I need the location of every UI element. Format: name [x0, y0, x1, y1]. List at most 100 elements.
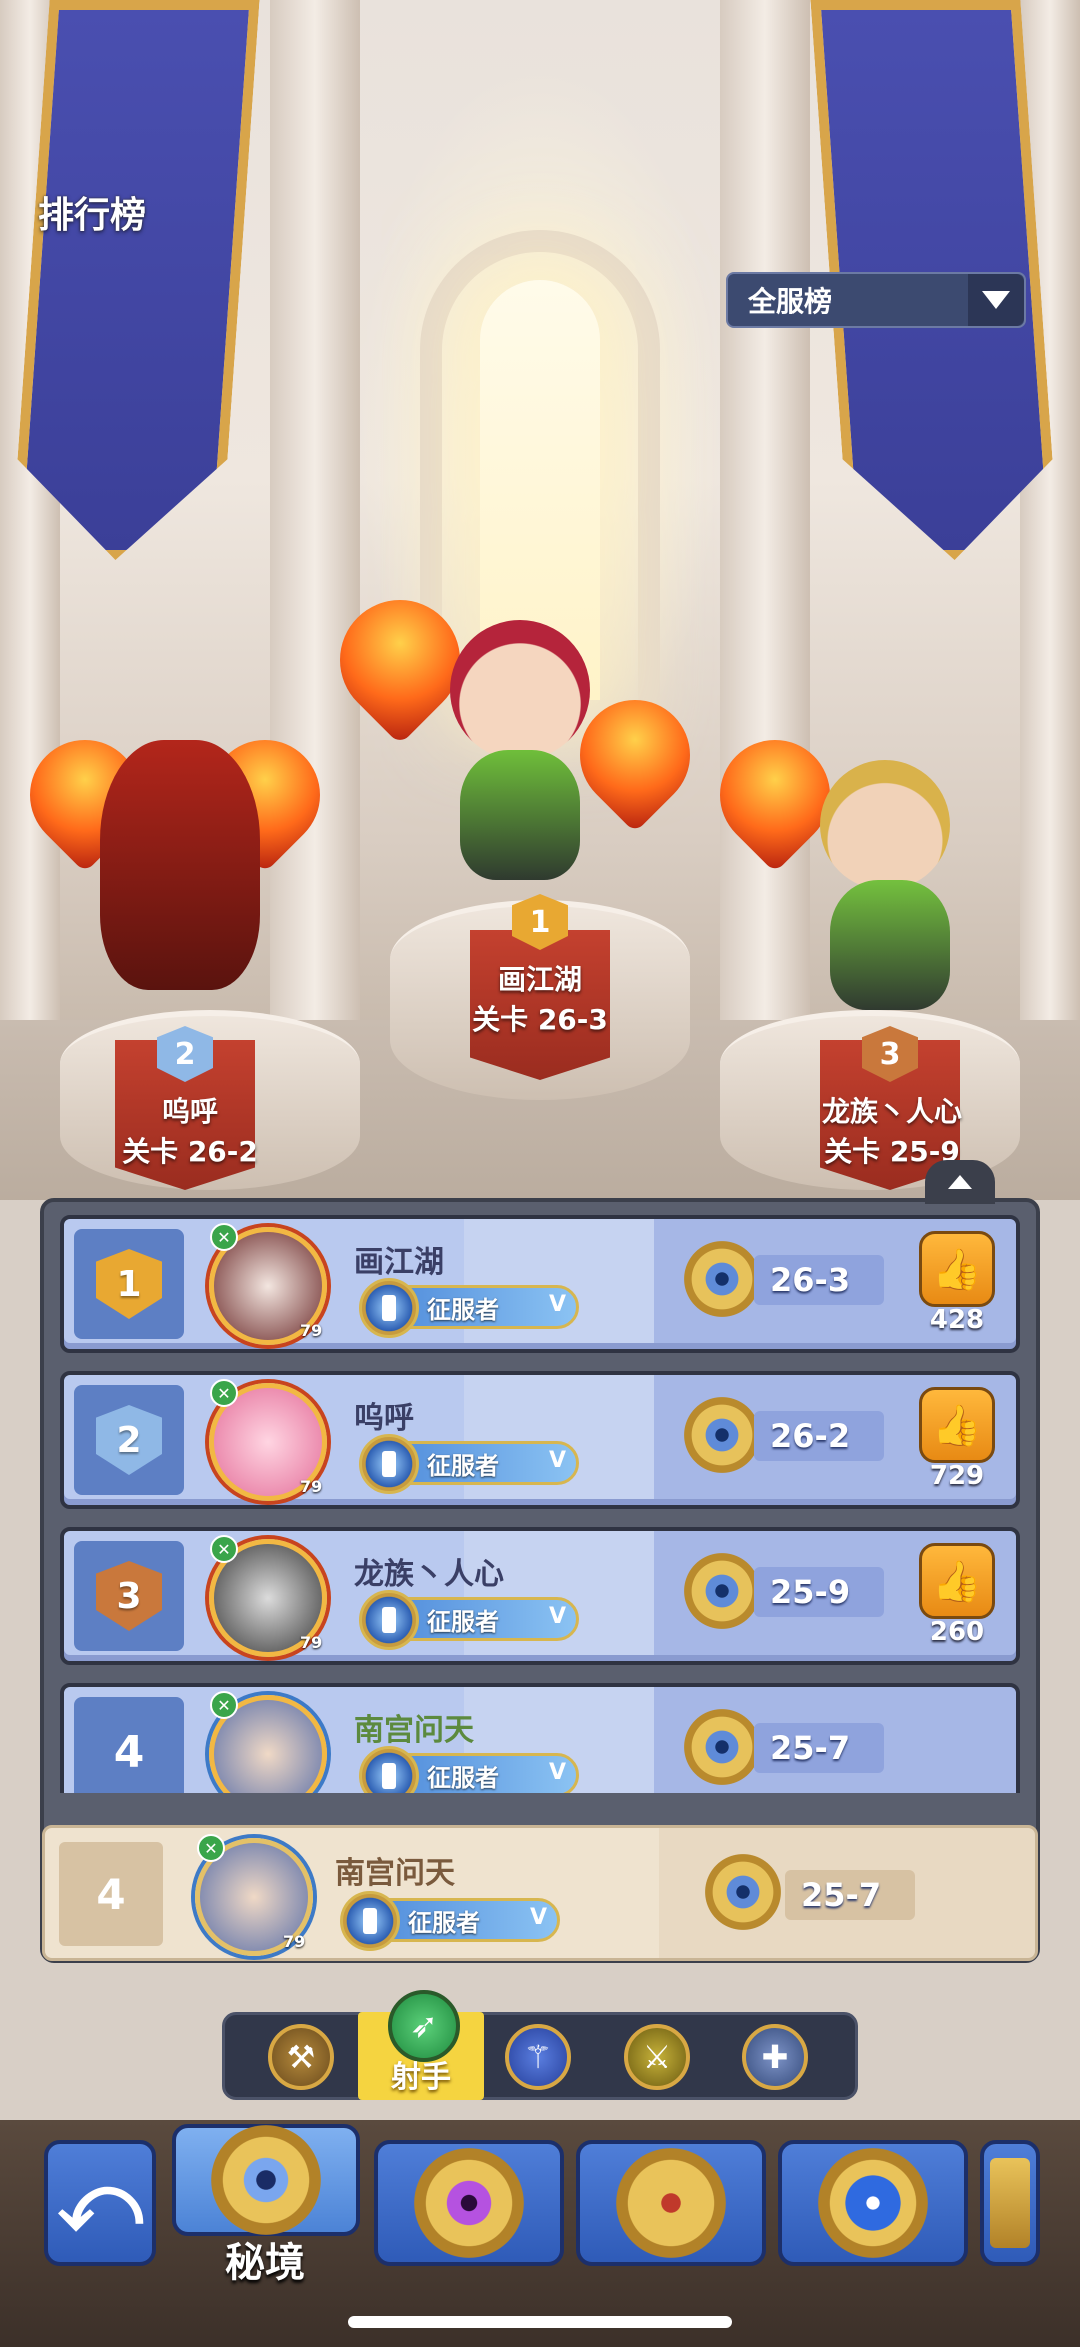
- title-label: 征服者: [427, 1607, 499, 1636]
- scope-selected-label: 全服榜: [748, 285, 833, 318]
- chevron-down-icon[interactable]: [968, 274, 1024, 326]
- nav-item-4[interactable]: [778, 2140, 968, 2266]
- page-title: 排行榜: [38, 195, 147, 236]
- stage-progress: 25-7: [754, 1723, 884, 1773]
- nav-item-2[interactable]: [374, 2140, 564, 2266]
- stage-progress: 26-2: [754, 1411, 884, 1461]
- title-badge[interactable]: 征服者 V: [359, 1434, 579, 1494]
- avatar-level: 79: [300, 1477, 323, 1496]
- staff-icon[interactable]: ⚚: [505, 2024, 571, 2090]
- rank-shield-gold: 1: [96, 1249, 162, 1319]
- class-archer-icon: ✕: [210, 1379, 238, 1407]
- character-body: [830, 880, 950, 1010]
- avatar-level: 79: [300, 1633, 323, 1652]
- title-label: 征服者: [408, 1908, 480, 1937]
- thumbs-up-icon[interactable]: 👍: [919, 1231, 995, 1307]
- collapse-panel-button[interactable]: [925, 1160, 995, 1204]
- class-archer-icon: ✕: [197, 1834, 225, 1862]
- title-badge[interactable]: 征服者 V: [359, 1746, 579, 1793]
- leaderboard-scope-dropdown[interactable]: 全服榜: [726, 272, 1026, 328]
- player-name: 南宫问天: [354, 1713, 474, 1748]
- avatar-level: 79: [283, 1932, 306, 1951]
- stage-value: 25-7: [801, 1876, 882, 1914]
- player-name: 画江湖: [354, 1245, 444, 1280]
- podium-name-2: 呜呼: [161, 1095, 218, 1128]
- ranking-row-2[interactable]: 2 ✕ 79 呜呼 征服者 V 26-2 👍 729: [60, 1371, 1020, 1509]
- stage-emblem-icon: [684, 1709, 760, 1785]
- class-archer-icon: ✕: [210, 1691, 238, 1719]
- title-tier: V: [548, 1604, 566, 1629]
- title-label: 征服者: [427, 1295, 499, 1324]
- nav-secret-realm-label: 秘境: [225, 2240, 305, 2286]
- stage-progress: 25-9: [754, 1567, 884, 1617]
- stage-value: 26-3: [770, 1261, 851, 1299]
- avatar-level: 79: [300, 1321, 323, 1340]
- title-badge[interactable]: 征服者 V: [359, 1278, 579, 1338]
- title-emblem-icon: [359, 1746, 419, 1793]
- axe-icon[interactable]: ⚒: [268, 2024, 334, 2090]
- stage-emblem-icon: [684, 1241, 760, 1317]
- ranking-row-1[interactable]: 1 ✕ 79 画江湖 征服者 V 26-3 👍 428: [60, 1215, 1020, 1353]
- class-archer-icon: ✕: [210, 1223, 238, 1251]
- nav-item-5[interactable]: [980, 2140, 1040, 2266]
- rank-shield-silver: 2: [96, 1405, 162, 1475]
- stage-progress: 26-3: [754, 1255, 884, 1305]
- rank-number: 4: [113, 1726, 145, 1778]
- nav-secret-realm[interactable]: [172, 2124, 360, 2236]
- title-emblem-icon: [359, 1434, 419, 1494]
- back-arrow-icon: ⤺: [57, 2156, 143, 2249]
- ranking-row-4[interactable]: 4 ✕ 南宫问天 征服者 V 25-7: [60, 1683, 1020, 1793]
- stage-progress: 25-7: [785, 1870, 915, 1920]
- podium-stage-1: 关卡 26-3: [472, 1003, 608, 1036]
- rank-cell: 1: [74, 1229, 184, 1339]
- tab-archer-label[interactable]: 射手: [358, 2052, 484, 2096]
- title-label: 征服者: [427, 1451, 499, 1480]
- crown-emblem-icon: [616, 2148, 726, 2258]
- partial-emblem-icon: [990, 2158, 1030, 2248]
- cross-icon[interactable]: ✚: [742, 2024, 808, 2090]
- rank-shield-bronze: 3: [96, 1561, 162, 1631]
- stage-value: 25-9: [770, 1573, 851, 1611]
- my-player-name: 南宫问天: [335, 1856, 455, 1891]
- star-emblem-icon: [818, 2148, 928, 2258]
- podium-name-3: 龙族丶人心: [821, 1095, 962, 1128]
- podium-stage-2: 关卡 26-2: [122, 1135, 258, 1168]
- secret-realm-emblem-icon: [211, 2125, 321, 2235]
- thumbs-up-icon[interactable]: 👍: [919, 1543, 995, 1619]
- my-ranking-row[interactable]: 4 ✕ 79 南宫问天 征服者 V 25-7: [42, 1825, 1038, 1961]
- nav-item-3[interactable]: [576, 2140, 766, 2266]
- demon-armor: [100, 740, 260, 990]
- thumbs-up-icon[interactable]: 👍: [919, 1387, 995, 1463]
- stage-emblem-icon: [684, 1397, 760, 1473]
- title-badge[interactable]: 征服者 V: [340, 1891, 560, 1951]
- character-body: [460, 750, 580, 880]
- title-label: 征服者: [427, 1763, 499, 1792]
- like-count: 428: [929, 1305, 985, 1335]
- home-indicator[interactable]: [348, 2316, 732, 2328]
- like-count: 260: [929, 1617, 985, 1647]
- title-tier: V: [548, 1292, 566, 1317]
- podium-character-2[interactable]: [7, 700, 343, 1030]
- title-emblem-icon: [359, 1590, 419, 1650]
- character-head: [450, 620, 590, 760]
- ranking-row-3[interactable]: 3 ✕ 79 龙族丶人心 征服者 V 25-9 👍 260: [60, 1527, 1020, 1665]
- class-archer-icon: ✕: [210, 1535, 238, 1563]
- stage-value: 26-2: [770, 1417, 851, 1455]
- rank-cell: 2: [74, 1385, 184, 1495]
- podium-name-1: 画江湖: [497, 963, 582, 996]
- purple-gem-emblem-icon: [414, 2148, 524, 2258]
- stage-value: 25-7: [770, 1729, 851, 1767]
- title-badge[interactable]: 征服者 V: [359, 1590, 579, 1650]
- stage-emblem-icon: [684, 1553, 760, 1629]
- title-emblem-icon: [359, 1278, 419, 1338]
- title-tier: V: [548, 1760, 566, 1785]
- player-name: 龙族丶人心: [354, 1557, 504, 1592]
- ranking-list[interactable]: 1 ✕ 79 画江湖 征服者 V 26-3 👍 428 2 ✕ 79 呜呼 征服…: [60, 1215, 1020, 1793]
- podium-character-3[interactable]: [697, 717, 1060, 1040]
- title-tier: V: [529, 1905, 547, 1930]
- back-button[interactable]: ⤺: [44, 2140, 156, 2266]
- podium-character-1[interactable]: [315, 560, 713, 900]
- sword-icon[interactable]: ⚔: [624, 2024, 690, 2090]
- player-name: 呜呼: [354, 1401, 414, 1436]
- title-emblem-icon: [340, 1891, 400, 1951]
